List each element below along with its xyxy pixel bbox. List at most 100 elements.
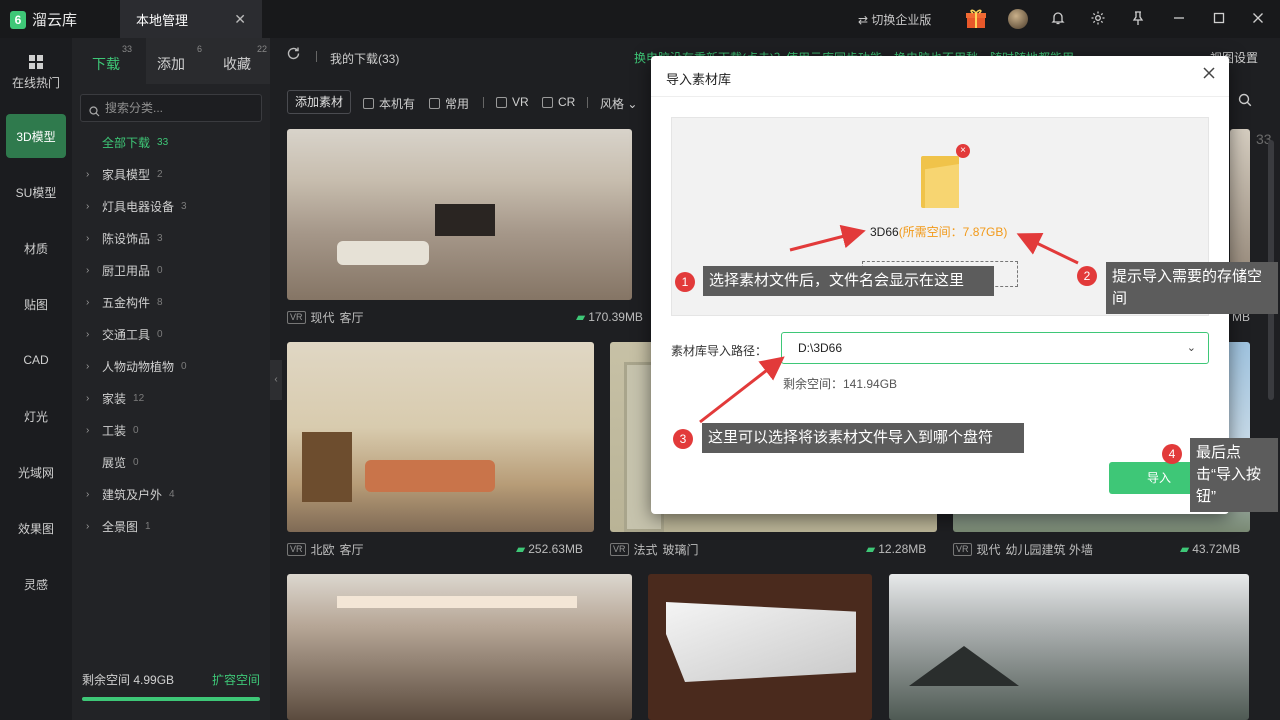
annotation-callout: 这里可以选择将该素材文件导入到哪个盘符	[702, 423, 1024, 453]
category-item[interactable]: › 家装 12	[86, 388, 144, 408]
card-style: 现代	[310, 311, 335, 325]
tab-close-icon[interactable]: ✕	[234, 11, 246, 28]
tab-downloads-label: 下载	[92, 56, 120, 72]
logo-mark: 6	[10, 10, 26, 29]
card-meta: VR 北欧 客厅	[287, 541, 364, 558]
asset-thumbnail[interactable]	[287, 342, 594, 532]
tab-added-count: 6	[197, 44, 203, 54]
category-all[interactable]: 全部下载 33	[102, 132, 168, 152]
category-label: 工装	[102, 423, 127, 438]
tab-added-label: 添加	[157, 56, 185, 72]
category-count: 8	[157, 296, 163, 308]
search-placeholder: 搜索分类...	[105, 101, 164, 115]
tab-local-management[interactable]: 本地管理 ✕	[120, 0, 262, 38]
category-item[interactable]: › 厨卫用品 0	[86, 260, 163, 280]
search-icon	[89, 101, 100, 127]
checkbox-icon	[496, 96, 507, 108]
nav-texture[interactable]: 贴图	[6, 282, 66, 326]
nav-renderings[interactable]: 效果图	[6, 506, 66, 550]
card-size: ▰ 12.28MB	[866, 542, 926, 556]
asset-thumbnail[interactable]	[889, 574, 1249, 720]
storage-icon: ▰	[576, 310, 586, 324]
category-item[interactable]: › 陈设饰品 3	[86, 228, 163, 248]
nav-inspiration[interactable]: 灵感	[6, 562, 66, 606]
divider	[587, 97, 588, 108]
nav-material[interactable]: 材质	[6, 226, 66, 270]
collapse-panel-handle[interactable]: ‹	[270, 360, 282, 400]
remove-file-icon[interactable]: ×	[956, 144, 970, 158]
card-tag: 客厅	[339, 311, 364, 325]
tab-downloads-count: 33	[122, 44, 133, 54]
gear-icon[interactable]	[1089, 10, 1107, 28]
category-item[interactable]: › 家具模型 2	[86, 164, 163, 184]
asset-thumbnail[interactable]	[287, 129, 632, 300]
asset-thumbnail[interactable]	[648, 574, 872, 720]
category-item[interactable]: › 全景图 1	[86, 516, 151, 536]
close-icon[interactable]	[1202, 66, 1216, 85]
category-item[interactable]: 展览 0	[102, 452, 139, 472]
chevron-right-icon: ›	[86, 168, 90, 180]
filter-local-checkbox[interactable]: 本机有	[363, 95, 415, 112]
tab-favorites[interactable]: 收藏 22	[223, 44, 267, 74]
pin-icon[interactable]	[1129, 10, 1147, 28]
filter-common-checkbox[interactable]: 常用	[429, 95, 469, 112]
remaining-space: 剩余空间：141.94GB	[783, 377, 898, 391]
chevron-right-icon: ›	[86, 200, 90, 212]
style-dropdown[interactable]: 风格 ⌄	[600, 95, 637, 112]
category-item[interactable]: › 灯具电器设备 3	[86, 196, 187, 216]
tab-added[interactable]: 添加 6	[157, 44, 202, 74]
switch-enterprise-button[interactable]: ⇄ 切换企业版	[858, 11, 931, 28]
category-item[interactable]: › 建筑及户外 4	[86, 484, 175, 504]
expand-space-link[interactable]: 扩容空间	[212, 671, 260, 688]
vr-badge: VR	[610, 543, 629, 556]
close-window-icon[interactable]	[1249, 10, 1267, 28]
category-item[interactable]: › 五金构件 8	[86, 292, 163, 312]
category-search-input[interactable]: 搜索分类...	[80, 94, 262, 122]
category-label: 人物动物植物	[102, 359, 175, 374]
avatar[interactable]	[1008, 9, 1028, 29]
search-icon[interactable]	[1238, 93, 1252, 110]
tab-favorites-label: 收藏	[223, 56, 251, 72]
divider	[651, 96, 1229, 97]
nav-label: 在线热门	[11, 75, 60, 90]
bell-icon[interactable]	[1049, 10, 1067, 28]
nav-label: SU模型	[15, 185, 57, 200]
import-path-select[interactable]: D:\3D66 ⌄	[781, 332, 1209, 364]
chevron-right-icon: ›	[86, 424, 90, 436]
vr-badge: VR	[287, 543, 306, 556]
nav-3d-model[interactable]: 3D模型	[6, 114, 66, 158]
category-item[interactable]: › 交通工具 0	[86, 324, 163, 344]
card-tag: 客厅	[339, 543, 364, 557]
nav-cad[interactable]: CAD	[6, 338, 66, 382]
divider	[316, 51, 317, 62]
app-window: 6 溜云库 本地管理 ✕ ⇄ 切换企业版 在线热门 3D模型 SU模型 材质 贴…	[0, 0, 1280, 720]
nav-su-model[interactable]: SU模型	[6, 170, 66, 214]
nav-label: CAD	[23, 353, 49, 367]
filter-vr-checkbox[interactable]: VR	[496, 95, 529, 109]
gift-icon[interactable]	[965, 8, 987, 30]
path-value: D:\3D66	[798, 341, 843, 355]
category-count: 0	[133, 456, 139, 468]
category-item[interactable]: › 工装 0	[86, 420, 139, 440]
chevron-right-icon: ›	[86, 520, 90, 532]
category-label: 全景图	[102, 519, 139, 534]
app-name: 溜云库	[32, 12, 78, 29]
add-asset-button[interactable]: 添加素材	[287, 90, 351, 114]
refresh-icon[interactable]	[286, 46, 301, 65]
maximize-icon[interactable]	[1210, 10, 1228, 28]
tab-downloads[interactable]: 下载 33	[92, 44, 132, 74]
nav-lighting[interactable]: 灯光	[6, 394, 66, 438]
filter-cr-checkbox[interactable]: CR	[542, 95, 575, 109]
nav-online-hot[interactable]: 在线热门	[6, 48, 66, 96]
minimize-icon[interactable]	[1170, 10, 1188, 28]
nav-label: 材质	[23, 241, 48, 256]
checkbox-icon	[542, 96, 553, 108]
asset-thumbnail[interactable]	[287, 574, 632, 720]
nav-ies[interactable]: 光域网	[6, 450, 66, 494]
category-item[interactable]: › 人物动物植物 0	[86, 356, 187, 376]
category-count: 4	[169, 488, 175, 500]
card-size: ▰ 252.63MB	[516, 542, 583, 556]
chevron-right-icon: ›	[86, 488, 90, 500]
category-count: 0	[157, 328, 163, 340]
category-all-count: 33	[157, 136, 169, 148]
